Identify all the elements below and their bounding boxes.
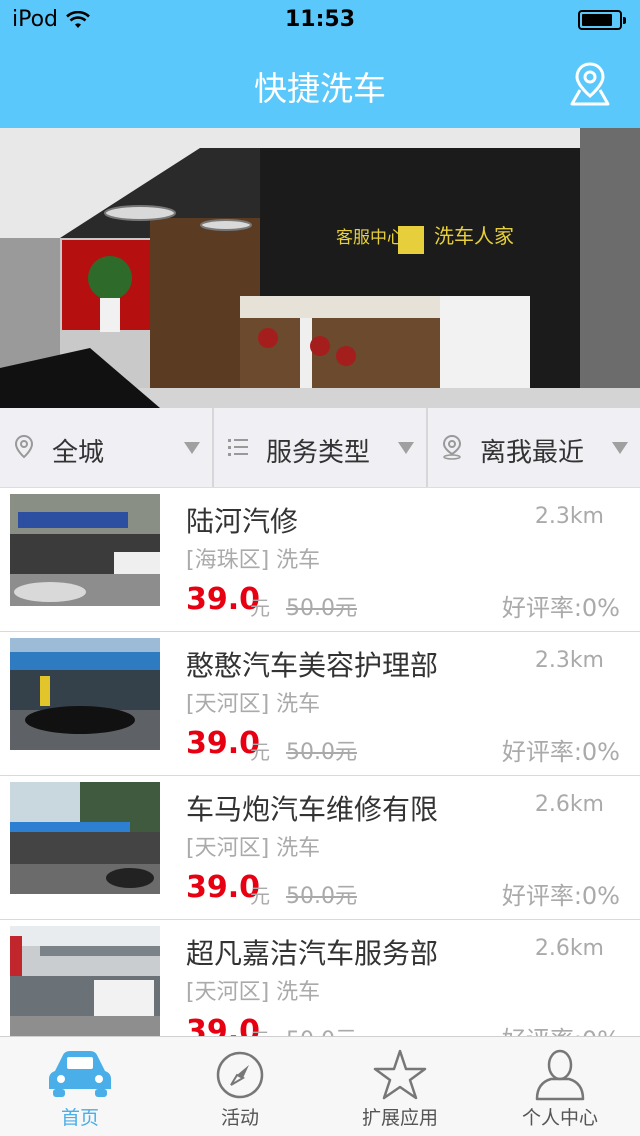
shop-thumbnail (10, 782, 160, 894)
shop-rating: 好评率:0% (501, 594, 620, 622)
tab-profile-label: 个人中心 (521, 1107, 598, 1129)
banner-sign-shop: 洗车人家 (434, 224, 514, 248)
shop-list-item[interactable]: 陆河汽修 2.3km [海珠区] 洗车 39.0 元 50.0元 好评率:0% (0, 488, 640, 632)
shop-rating: 好评率:0% (501, 738, 620, 766)
shop-price: 39.0 (186, 582, 261, 617)
filter-service-type[interactable]: 服务类型 (212, 408, 426, 487)
tab-extensions[interactable]: 扩展应用 (320, 1037, 480, 1136)
banner-image[interactable]: 客服中心 洗车人家 (0, 128, 640, 408)
banner-sign-service: 客服中心 (336, 228, 404, 248)
original-price: 50.0元 (286, 740, 357, 765)
price-unit: 元 (250, 884, 270, 908)
tab-extensions-label: 扩展应用 (361, 1107, 438, 1129)
tab-activity[interactable]: 活动 (160, 1037, 320, 1136)
header: iPod 11:53 快捷洗车 (0, 0, 640, 128)
shop-list-item[interactable]: 车马炮汽车维修有限 2.6km [天河区] 洗车 39.0 元 50.0元 好评… (0, 776, 640, 920)
price-unit: 元 (250, 596, 270, 620)
filter-area[interactable]: 全城 (0, 408, 212, 487)
shop-rating: 好评率:0% (502, 1020, 620, 1036)
shop-name: 憨憨汽车美容护理部 (186, 649, 439, 682)
location-pin-icon (14, 434, 34, 459)
star-icon (373, 1049, 427, 1100)
car-icon (49, 1051, 111, 1097)
nav-bar: 快捷洗车 (0, 40, 640, 128)
shop-category: [天河区] 洗车 (186, 980, 321, 1005)
shop-price: 39.0 (186, 1014, 261, 1036)
map-location-icon[interactable] (568, 60, 612, 108)
dropdown-caret-icon (612, 442, 628, 454)
shop-name: 车马炮汽车维修有限 (186, 793, 439, 826)
original-price: 50.0元 (286, 1022, 357, 1036)
shop-list-item[interactable]: 超凡嘉洁汽车服务部 2.6km [天河区] 洗车 39.0 元 50.0元 好评… (0, 920, 640, 1036)
filter-area-label: 全城 (52, 438, 105, 468)
shop-price: 39.0 (186, 870, 261, 905)
shop-price: 39.0 (186, 726, 261, 761)
shop-name: 陆河汽修 (186, 505, 299, 538)
shop-list[interactable]: 陆河汽修 2.3km [海珠区] 洗车 39.0 元 50.0元 好评率:0% … (0, 488, 640, 1036)
shop-rating: 好评率:0% (501, 882, 620, 910)
shop-distance: 2.3km (534, 504, 604, 529)
shop-thumbnail (10, 926, 160, 1036)
shop-thumbnail (10, 638, 160, 750)
shop-thumbnail (10, 494, 160, 606)
compass-icon (216, 1051, 264, 1099)
filter-service-type-label: 服务类型 (266, 438, 371, 468)
shop-category: [天河区] 洗车 (186, 836, 321, 861)
dropdown-caret-icon (398, 442, 414, 454)
shop-distance: 2.3km (534, 648, 604, 673)
person-icon (535, 1049, 585, 1101)
filter-sort-label: 离我最近 (480, 438, 585, 468)
shop-name: 超凡嘉洁汽车服务部 (186, 937, 439, 970)
shop-category: [海珠区] 洗车 (186, 548, 321, 573)
status-bar: iPod 11:53 (0, 0, 640, 40)
shop-category: [天河区] 洗车 (186, 692, 321, 717)
nearby-pin-icon (442, 434, 462, 460)
tab-home-label: 首页 (60, 1107, 99, 1129)
shop-distance: 2.6km (534, 792, 604, 817)
filter-sort[interactable]: 离我最近 (426, 408, 640, 487)
tab-bar: 首页 活动 扩展应用 个人中心 (0, 1036, 640, 1136)
dropdown-caret-icon (184, 442, 200, 454)
tab-home[interactable]: 首页 (0, 1037, 160, 1136)
page-title: 快捷洗车 (254, 69, 386, 108)
shop-distance: 2.6km (534, 936, 604, 961)
filter-bar: 全城 服务类型 离我最近 (0, 408, 640, 488)
status-time: 11:53 (284, 7, 356, 32)
tab-activity-label: 活动 (220, 1107, 259, 1129)
original-price: 50.0元 (286, 884, 357, 909)
list-icon (228, 439, 248, 456)
original-price: 50.0元 (286, 596, 357, 621)
showroom-illustration: 客服中心 洗车人家 (0, 128, 640, 408)
shop-list-item[interactable]: 憨憨汽车美容护理部 2.3km [天河区] 洗车 39.0 元 50.0元 好评… (0, 632, 640, 776)
price-unit: 元 (250, 740, 270, 764)
battery-icon (578, 10, 626, 30)
price-unit: 元 (250, 1024, 270, 1036)
tab-profile[interactable]: 个人中心 (480, 1037, 640, 1136)
